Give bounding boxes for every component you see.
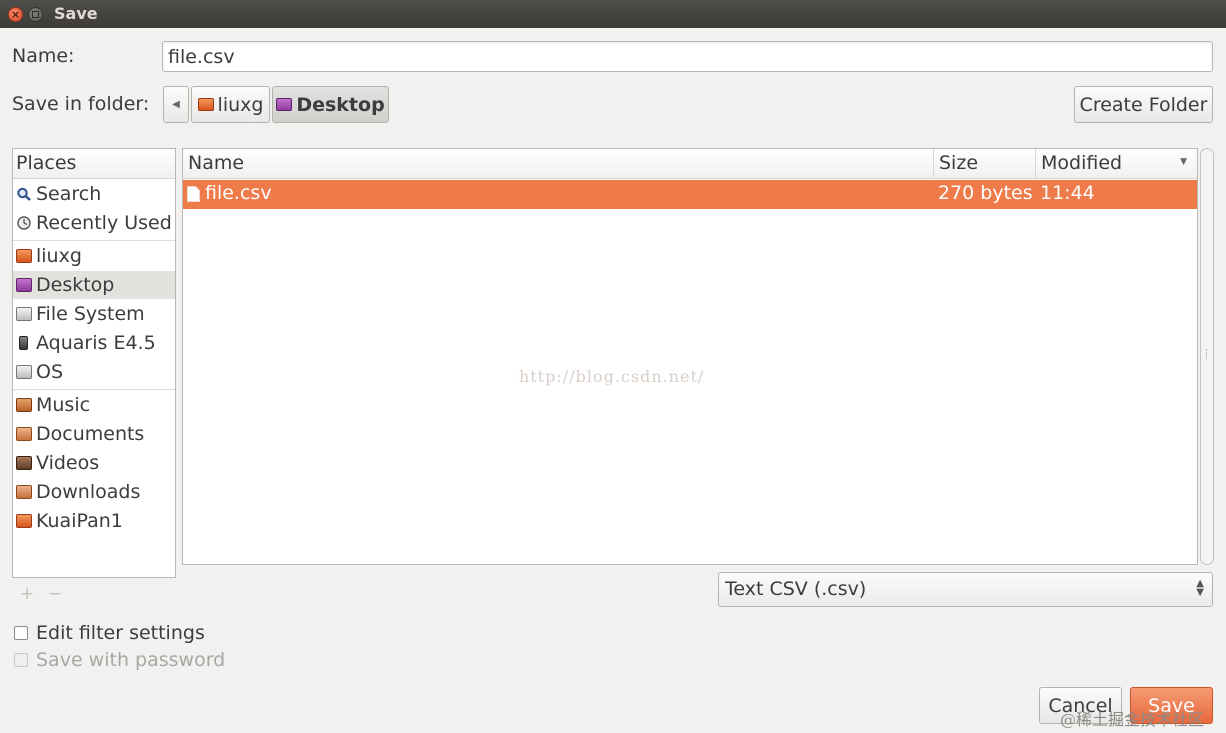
desktop-folder-icon (16, 278, 32, 292)
divider (13, 240, 175, 241)
videos-folder-icon (16, 456, 32, 470)
file-list-scrollbar[interactable] (1200, 148, 1214, 565)
place-downloads[interactable]: Downloads (13, 478, 175, 506)
breadcrumb-desktop[interactable]: Desktop (272, 86, 389, 123)
place-label: Downloads (36, 481, 141, 503)
places-header[interactable]: Places (13, 149, 175, 179)
place-label: KuaiPan1 (36, 510, 123, 532)
file-name: file.csv (205, 182, 272, 204)
place-label: Aquaris E4.5 (36, 332, 156, 354)
place-aquaris[interactable]: Aquaris E4.5 (13, 329, 175, 357)
phone-icon (19, 336, 28, 350)
recent-icon (17, 216, 31, 230)
breadcrumb-back-button[interactable]: ◀ (163, 86, 189, 123)
place-kuaipan1[interactable]: KuaiPan1 (13, 507, 175, 535)
name-label: Name: (12, 45, 75, 67)
watermark-text: http://blog.csdn.net/ (519, 367, 705, 386)
create-folder-button[interactable]: Create Folder (1074, 86, 1213, 123)
title-bar: × Save (0, 0, 1226, 28)
breadcrumb-label: Desktop (296, 93, 385, 116)
close-window-icon[interactable]: × (8, 7, 23, 22)
updown-arrows-icon: ▲ ▼ (1196, 578, 1204, 598)
documents-folder-icon (16, 427, 32, 441)
place-label: File System (36, 303, 145, 325)
place-label: liuxg (36, 245, 82, 267)
place-os[interactable]: OS (13, 358, 175, 386)
column-modified[interactable]: Modified ▼ (1036, 149, 1197, 179)
downloads-folder-icon (16, 485, 32, 499)
column-name[interactable]: Name (183, 149, 934, 179)
home-folder-icon (16, 249, 32, 263)
chevron-left-icon: ◀ (172, 99, 180, 110)
place-liuxg[interactable]: liuxg (13, 242, 175, 270)
breadcrumb-label: liuxg (217, 93, 264, 116)
remove-bookmark-button[interactable]: − (48, 584, 62, 604)
file-size: 270 bytes (938, 182, 1033, 204)
filename-input[interactable] (162, 41, 1213, 72)
place-label: OS (36, 361, 64, 383)
place-recently-used[interactable]: Recently Used (13, 209, 175, 237)
option-label: Edit filter settings (36, 622, 205, 644)
place-label: Documents (36, 423, 145, 445)
add-bookmark-button[interactable]: + (20, 584, 34, 604)
save-with-password-option: Save with password (14, 649, 225, 671)
place-documents[interactable]: Documents (13, 420, 175, 448)
music-folder-icon (16, 398, 32, 412)
scroll-grip (1206, 349, 1209, 359)
breadcrumb-liuxg[interactable]: liuxg (191, 86, 270, 123)
edit-filter-settings-option[interactable]: Edit filter settings (14, 622, 205, 644)
place-label: Videos (36, 452, 100, 474)
place-label: Desktop (36, 274, 115, 296)
edit-filter-settings-checkbox[interactable] (14, 626, 28, 640)
drive-icon (16, 307, 32, 321)
folder-icon (16, 514, 32, 528)
place-music[interactable]: Music (13, 391, 175, 419)
table-row[interactable]: file.csv 270 bytes 11:44 (183, 180, 1197, 209)
column-label: Modified (1041, 152, 1123, 174)
option-label: Save with password (36, 649, 226, 671)
drive-icon (16, 365, 32, 379)
filter-value: Text CSV (.csv) (725, 578, 867, 600)
desktop-folder-icon (276, 98, 293, 111)
place-label: Search (36, 183, 102, 205)
sort-descending-icon: ▼ (1180, 157, 1187, 167)
place-label: Music (36, 394, 91, 416)
corner-watermark: @稀土掘金技术社区 (1060, 710, 1205, 729)
place-search[interactable]: Search (13, 180, 175, 208)
place-videos[interactable]: Videos (13, 449, 175, 477)
file-list: Name Size Modified ▼ file.csv 270 bytes … (182, 148, 1198, 565)
places-sidebar: Places Search Recently Used liuxg Deskto… (12, 148, 176, 578)
file-type-filter-select[interactable]: Text CSV (.csv) ▲ ▼ (718, 572, 1213, 607)
home-folder-icon (197, 98, 214, 111)
save-with-password-checkbox (14, 653, 28, 667)
save-in-folder-label: Save in folder: (12, 93, 150, 115)
minimize-window-icon[interactable] (28, 7, 43, 22)
window-title: Save (54, 4, 98, 23)
place-desktop[interactable]: Desktop (13, 271, 175, 299)
search-icon (17, 187, 31, 201)
file-icon (187, 185, 200, 207)
place-label: Recently Used (36, 212, 172, 234)
file-modified: 11:44 (1040, 182, 1095, 204)
divider (13, 389, 175, 390)
place-file-system[interactable]: File System (13, 300, 175, 328)
column-size[interactable]: Size (934, 149, 1036, 179)
